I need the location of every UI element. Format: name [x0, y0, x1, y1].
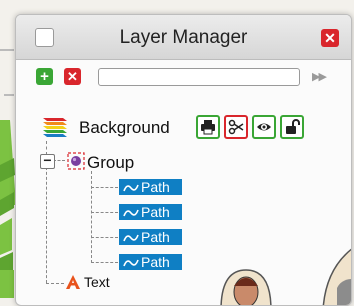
path-icon — [123, 259, 139, 267]
layers-icon — [43, 118, 67, 137]
path-icon — [123, 234, 139, 242]
layer-label-text[interactable]: Text — [84, 274, 110, 290]
tree-connector — [91, 187, 118, 188]
group-icon — [67, 152, 85, 170]
tree-connector — [91, 262, 118, 263]
layer-row-path[interactable]: Path — [119, 179, 182, 195]
layer-label-group[interactable]: Group — [87, 153, 134, 173]
layer-row-path[interactable]: Path — [119, 204, 182, 220]
layer-row-path[interactable]: Path — [119, 229, 182, 245]
layer-label-path: Path — [141, 179, 170, 195]
text-layer-icon — [66, 275, 80, 289]
delete-layer-button[interactable]: ✕ — [64, 68, 81, 85]
toolbar: + ✕ ▶▶ — [16, 63, 351, 89]
printer-icon[interactable] — [196, 115, 220, 139]
path-icon — [123, 184, 139, 192]
panel-title: Layer Manager — [119, 27, 248, 48]
layer-label-path: Path — [141, 229, 170, 245]
tree-connector — [91, 237, 118, 238]
tree-connector — [91, 212, 118, 213]
unlock-icon[interactable] — [280, 115, 304, 139]
layer-row-path[interactable]: Path — [119, 254, 182, 270]
layer-label-path: Path — [141, 204, 170, 220]
close-button[interactable]: ✕ — [321, 29, 339, 47]
add-layer-button[interactable]: + — [36, 68, 53, 85]
tree-connector — [46, 283, 64, 284]
path-icon — [123, 209, 139, 217]
title-bar[interactable]: Layer Manager ✕ — [16, 15, 351, 60]
illustration-figures — [220, 248, 351, 305]
group-collapse-toggle[interactable]: − — [40, 153, 55, 169]
eye-icon[interactable] — [252, 115, 276, 139]
layer-manager-panel: Layer Manager ✕ + ✕ ▶▶ Background − Grou… — [15, 14, 352, 306]
search-input[interactable] — [98, 68, 300, 86]
scissors-icon[interactable] — [224, 115, 248, 139]
tree-connector — [91, 171, 92, 263]
layer-tools — [196, 115, 304, 139]
tree-connector — [46, 167, 47, 283]
layer-label-background: Background — [79, 118, 170, 137]
expand-arrows-icon[interactable]: ▶▶ — [312, 70, 327, 83]
layer-label-path: Path — [141, 254, 170, 270]
